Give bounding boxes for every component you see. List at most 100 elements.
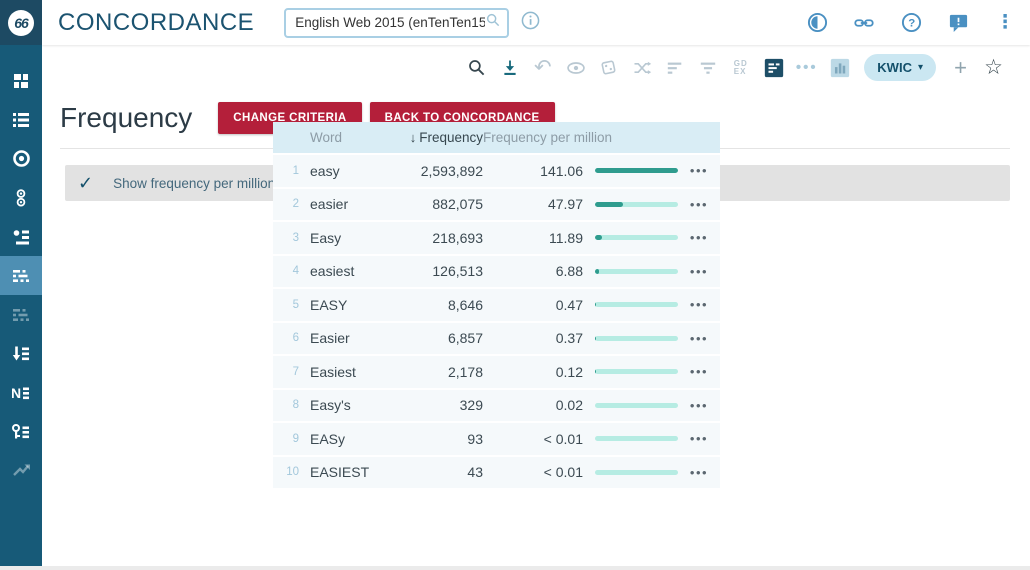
download-icon[interactable]	[493, 53, 526, 83]
fpm-bar-fill	[595, 168, 678, 173]
top-header: CONCORDANCE ? ⋮	[42, 0, 1030, 45]
ngrams-icon: N	[12, 384, 30, 402]
row-menu-icon[interactable]: •••	[678, 431, 720, 446]
undo-icon[interactable]: ↶	[526, 53, 559, 83]
more-actions-icon[interactable]: •••	[790, 53, 823, 83]
quotes-logo-icon: 66	[8, 10, 34, 36]
row-word: EASy	[303, 431, 387, 447]
row-frequency: 8,646	[387, 297, 483, 313]
fpm-bar	[595, 470, 678, 475]
view-options-eye-icon[interactable]	[559, 53, 592, 83]
row-menu-icon[interactable]: •••	[678, 465, 720, 480]
column-header-frequency[interactable]: ↓Frequency	[387, 130, 483, 145]
filter-icon[interactable]	[691, 53, 724, 83]
row-fpm: 0.47	[483, 297, 583, 313]
row-frequency: 2,178	[387, 364, 483, 380]
row-word: EASIEST	[303, 464, 387, 480]
add-view-button[interactable]: +	[944, 53, 977, 83]
table-row: 9 EASy 93 < 0.01 •••	[273, 423, 720, 457]
gdex-icon[interactable]: GDEX	[724, 53, 757, 83]
sidebar-item-frequency[interactable]	[0, 256, 42, 295]
row-word: Easiest	[303, 364, 387, 380]
table-row: 3 Easy 218,693 11.89 •••	[273, 222, 720, 256]
sketch-engine-logo[interactable]: 66	[0, 0, 42, 45]
table-header-row: Word ↓Frequency Frequency per million	[273, 122, 720, 155]
row-word: easiest	[303, 263, 387, 279]
row-fpm: 0.37	[483, 330, 583, 346]
table-row: 5 EASY 8,646 0.47 •••	[273, 289, 720, 323]
chevron-down-icon: ▾	[918, 62, 923, 73]
sidebar-item-thesaurus[interactable]	[0, 217, 42, 256]
row-index: 6	[273, 332, 303, 344]
row-frequency: 93	[387, 431, 483, 447]
table-row: 7 Easiest 2,178 0.12 •••	[273, 356, 720, 390]
info-icon[interactable]	[521, 11, 540, 35]
sidebar-item-n-grams[interactable]: N	[0, 373, 42, 412]
fpm-bar	[595, 302, 678, 307]
row-menu-icon[interactable]: •••	[678, 297, 720, 312]
row-fpm: 6.88	[483, 263, 583, 279]
row-index: 10	[273, 466, 303, 478]
row-index: 9	[273, 433, 303, 445]
row-menu-icon[interactable]: •••	[678, 264, 720, 279]
row-menu-icon[interactable]: •••	[678, 163, 720, 178]
fpm-bar	[595, 269, 678, 274]
column-header-fpm[interactable]: Frequency per million	[483, 130, 583, 145]
permalink-icon[interactable]	[853, 12, 875, 34]
row-fpm: 47.97	[483, 196, 583, 212]
row-index: 2	[273, 198, 303, 210]
table-row: 6 Easier 6,857 0.37 •••	[273, 323, 720, 357]
visualize-chart-icon[interactable]	[823, 53, 856, 83]
view-mode-dropdown[interactable]: KWIC ▾	[864, 54, 936, 81]
row-fpm: 11.89	[483, 230, 583, 246]
overflow-menu-icon[interactable]: ⋮	[994, 12, 1016, 34]
feedback-icon[interactable]	[947, 12, 969, 34]
row-fpm: < 0.01	[483, 464, 583, 480]
sidebar-item-wordlist[interactable]	[0, 334, 42, 373]
row-menu-icon[interactable]: •••	[678, 364, 720, 379]
sort-icon[interactable]	[658, 53, 691, 83]
show-fpm-label: Show frequency per million	[113, 176, 275, 191]
row-index: 1	[273, 165, 303, 177]
sidebar-item-keywords[interactable]	[0, 412, 42, 451]
corpus-search-input[interactable]	[295, 15, 485, 30]
row-index: 3	[273, 232, 303, 244]
sidebar-item-word-sketch[interactable]	[0, 139, 42, 178]
row-word: Easy's	[303, 397, 387, 413]
sort-desc-icon: ↓	[410, 130, 417, 145]
target-icon	[12, 149, 31, 168]
row-frequency: 218,693	[387, 230, 483, 246]
row-menu-icon[interactable]: •••	[678, 398, 720, 413]
help-icon[interactable]: ?	[900, 12, 922, 34]
sidebar-item-dashboard[interactable]	[0, 61, 42, 100]
concordance-list-icon	[12, 111, 30, 129]
row-menu-icon[interactable]: •••	[678, 230, 720, 245]
fpm-bar	[595, 336, 678, 341]
sidebar-item-word-sketch-difference[interactable]	[0, 178, 42, 217]
night-mode-icon[interactable]	[806, 12, 828, 34]
favorite-star-icon[interactable]: ☆	[977, 53, 1010, 83]
row-frequency: 882,075	[387, 196, 483, 212]
corpus-search-box[interactable]	[284, 8, 509, 38]
shuffle-icon[interactable]	[625, 53, 658, 83]
results-toolbar: ↶ GDEX ••• KWIC ▾ + ☆	[42, 45, 1030, 90]
kwic-sentence-toggle-icon[interactable]	[757, 53, 790, 83]
table-row: 2 easier 882,075 47.97 •••	[273, 189, 720, 223]
sidebar-item-trends[interactable]	[0, 451, 42, 490]
row-index: 5	[273, 299, 303, 311]
fpm-bar	[595, 168, 678, 173]
sidebar-item-text-types[interactable]	[0, 295, 42, 334]
fpm-bar	[595, 436, 678, 441]
random-sample-dice-icon[interactable]	[592, 53, 625, 83]
row-menu-icon[interactable]: •••	[678, 331, 720, 346]
column-header-word[interactable]: Word	[303, 130, 387, 145]
search-results-icon[interactable]	[460, 53, 493, 83]
table-row: 1 easy 2,593,892 141.06 •••	[273, 155, 720, 189]
row-menu-icon[interactable]: •••	[678, 197, 720, 212]
row-index: 4	[273, 265, 303, 277]
sorted-list-icon	[12, 345, 30, 363]
sidebar-item-concordance[interactable]	[0, 100, 42, 139]
row-index: 7	[273, 366, 303, 378]
double-circle-icon	[14, 189, 28, 207]
table-row: 4 easiest 126,513 6.88 •••	[273, 256, 720, 290]
